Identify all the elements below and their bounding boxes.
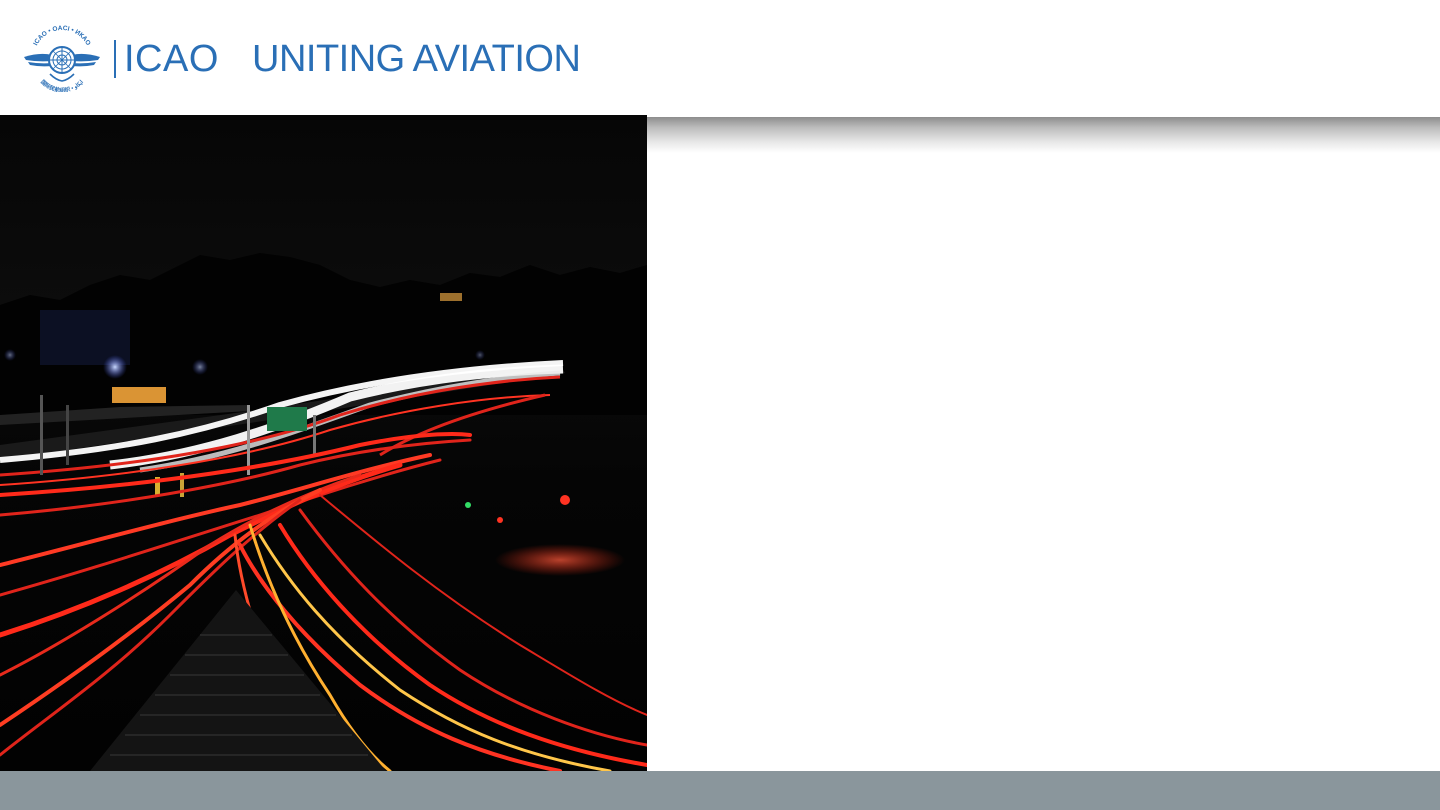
emblem-text-bottom: 国际民航组织 • ایکاو — [39, 78, 85, 92]
tagline: UNITING AVIATION — [252, 38, 581, 80]
icao-emblem-icon: ICAO • OACI • ИКАО 国际民航组织 • ایکاو — [24, 25, 100, 92]
slide-header: ICAO • OACI • ИКАО 国际民航组织 • ایکاو ICAO U… — [0, 0, 1440, 115]
hero-photo — [0, 115, 647, 771]
content-area — [647, 153, 1440, 771]
highway-sign-icon — [267, 407, 307, 431]
svg-text:ICAO • OACI • ИКАО: ICAO • OACI • ИКАО — [32, 25, 91, 47]
header-divider — [114, 40, 116, 78]
emblem-text-top: ICAO • OACI • ИКАО — [32, 25, 91, 47]
brand-name: ICAO — [124, 38, 219, 80]
night-highway-light-trails-image — [0, 115, 647, 771]
footer-bar — [0, 771, 1440, 810]
svg-text:国际民航组织 • ایکاو: 国际民航组织 • ایکاو — [39, 78, 85, 92]
content-top-shadow — [647, 117, 1440, 153]
